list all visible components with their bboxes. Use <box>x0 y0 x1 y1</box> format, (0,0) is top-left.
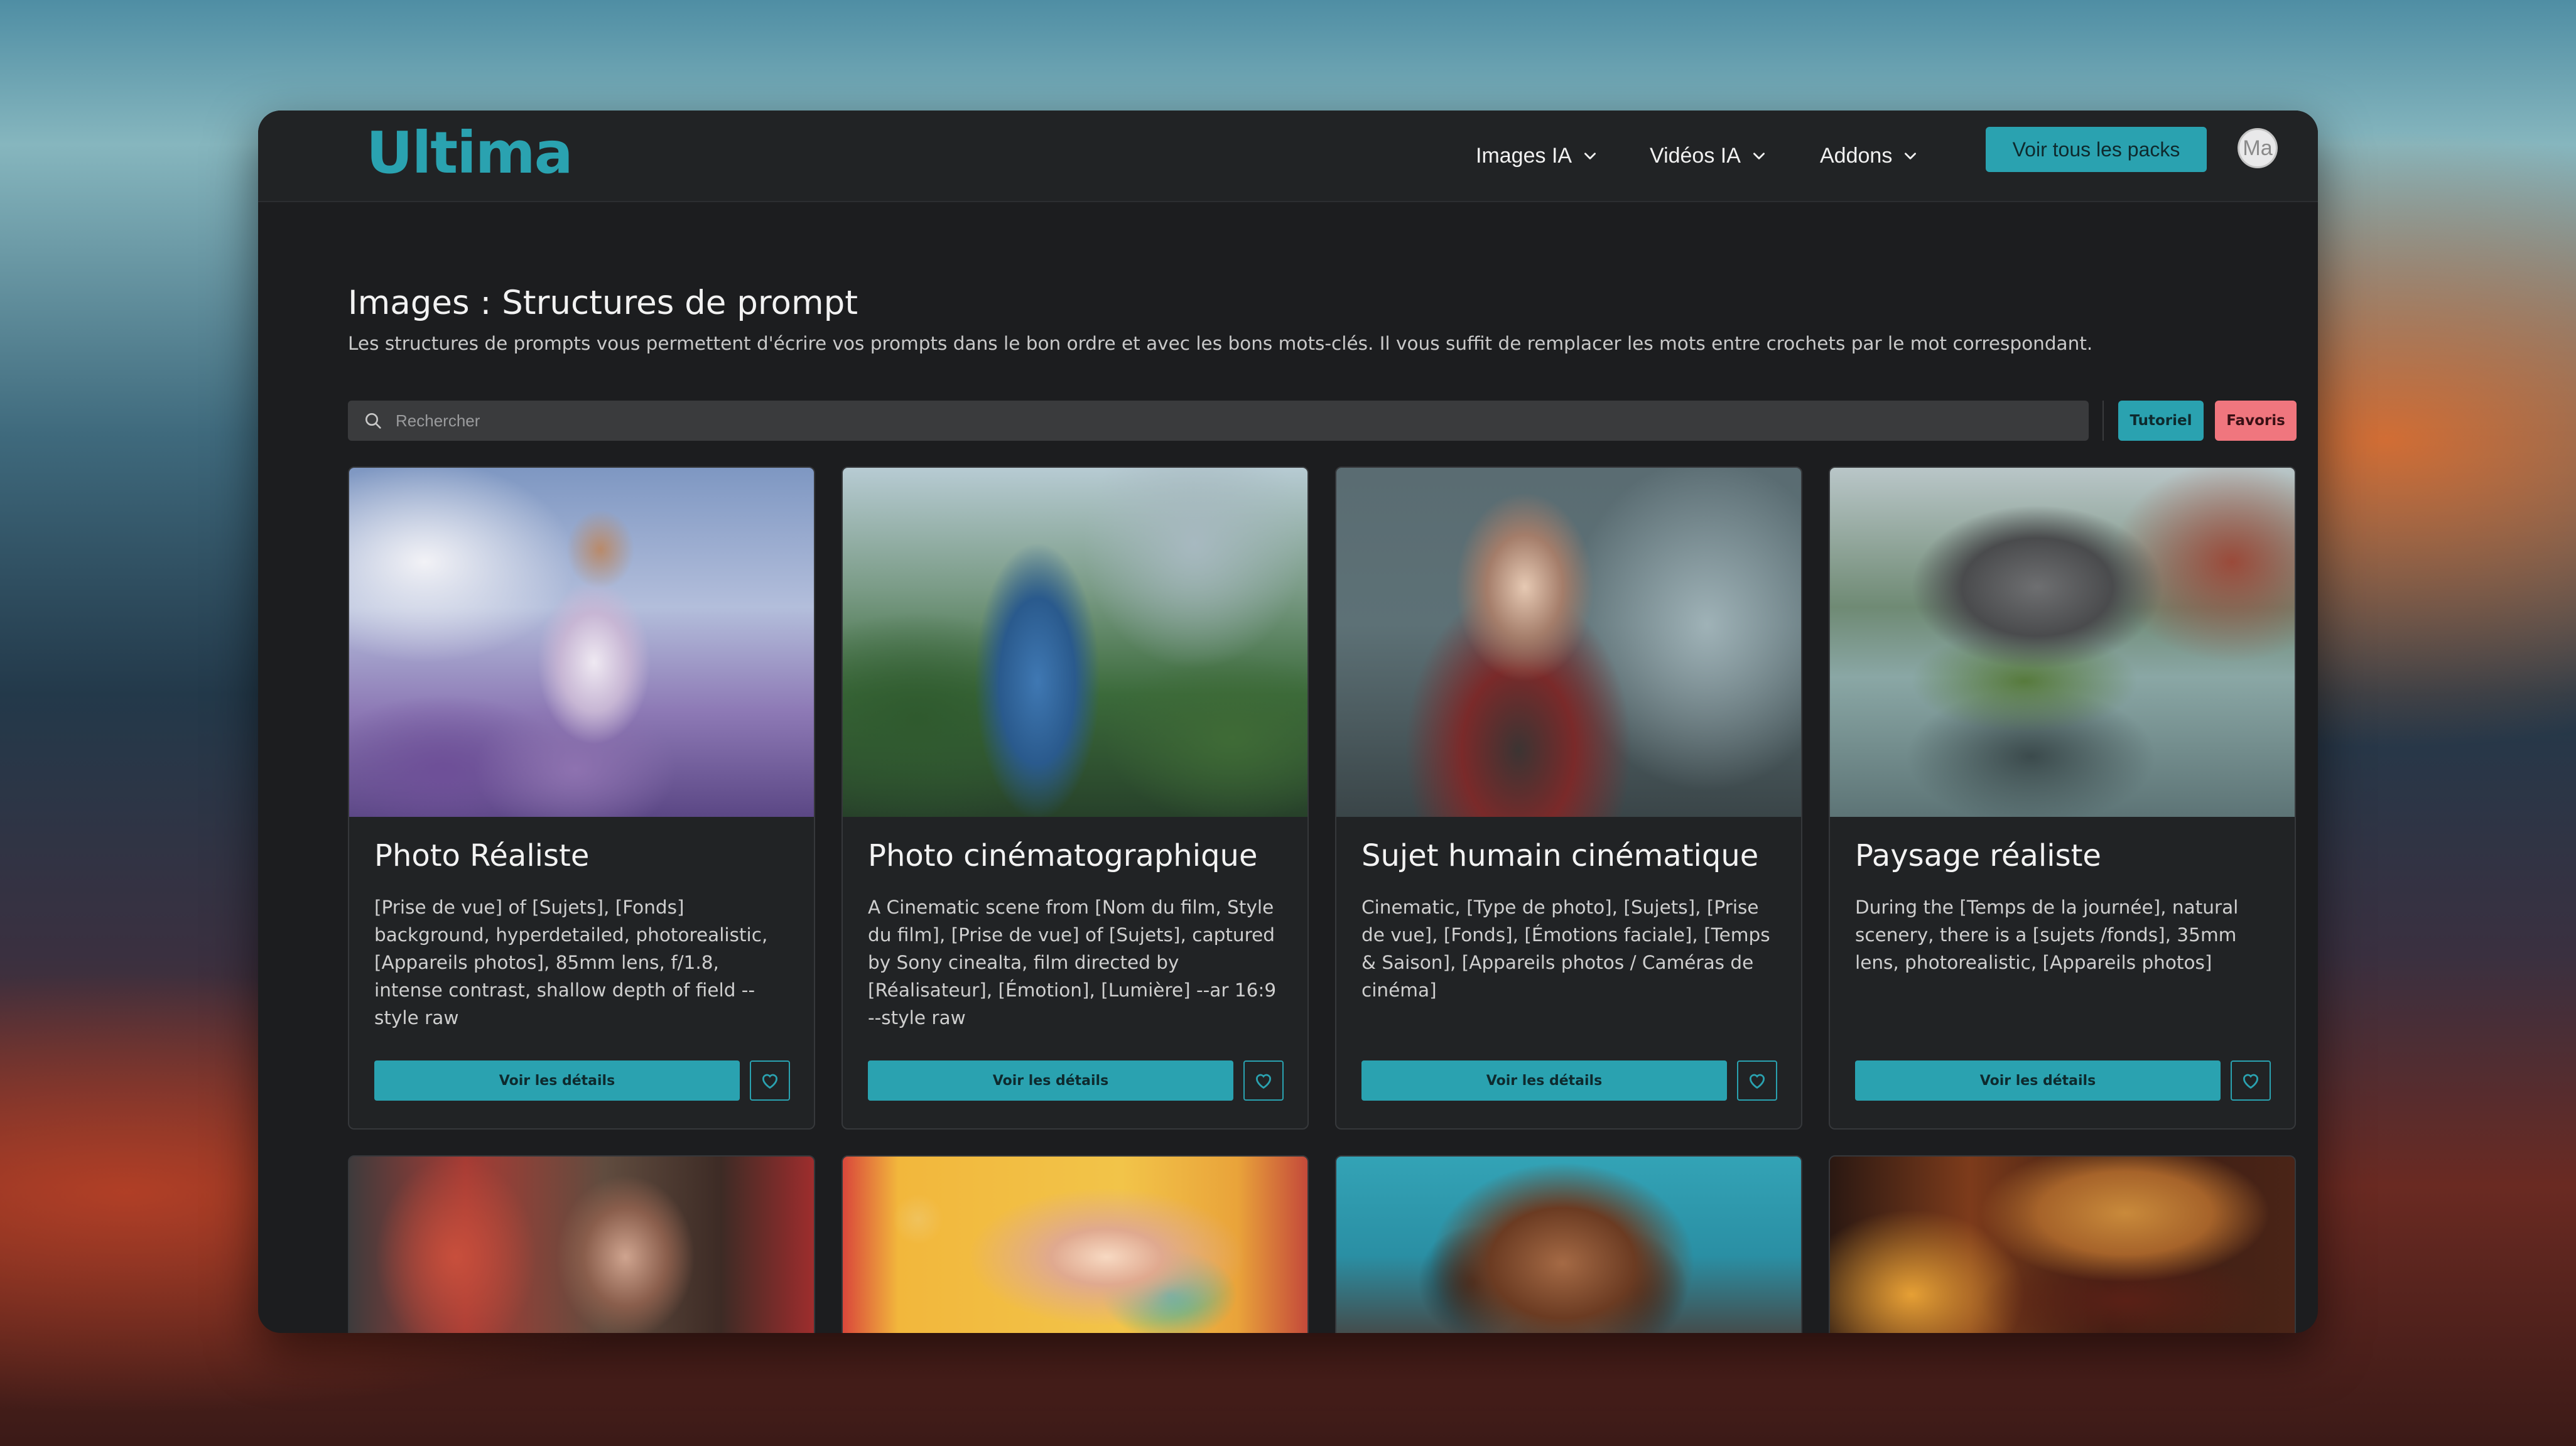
card-prompt-text: [Prise de vue] of [Sujets], [Fonds] back… <box>374 897 768 1028</box>
search-input[interactable] <box>394 401 2089 440</box>
favorite-button[interactable] <box>1737 1060 1777 1101</box>
card-image-lake-cabin[interactable] <box>1830 468 2295 817</box>
chevron-down-icon <box>1753 153 1765 159</box>
favorite-button[interactable] <box>750 1060 790 1101</box>
heart-icon <box>2243 1074 2259 1089</box>
card-image-portrait[interactable] <box>348 1155 815 1333</box>
view-details-button[interactable]: Voir les détails <box>868 1060 1233 1101</box>
prompt-card: Photo cinématographique A Cinematic scen… <box>842 467 1309 1130</box>
nav-menu-label: Images IA <box>1476 143 1572 168</box>
nav-menu-addons[interactable]: Addons <box>1820 138 1918 173</box>
view-details-button[interactable]: Voir les détails <box>1855 1060 2221 1101</box>
page-description: Les structures de prompts vous permetten… <box>348 333 2093 354</box>
app-window: Ultima Images IA Vidéos IA Addons Voir t… <box>258 111 2318 1333</box>
chevron-down-icon <box>1584 153 1596 159</box>
card-prompt-text: A Cinematic scene from [Nom du film, Sty… <box>868 897 1277 1028</box>
heart-icon <box>1255 1074 1272 1089</box>
heart-icon <box>1749 1074 1765 1089</box>
prompt-card: Paysage réaliste During the [Temps de la… <box>1829 467 2296 1130</box>
card-title: Sujet humain cinématique <box>1361 838 1759 873</box>
card-title: Paysage réaliste <box>1855 838 2101 873</box>
tutorial-button[interactable]: Tutoriel <box>2118 401 2204 441</box>
nav-menu-images-ia[interactable]: Images IA <box>1476 138 1598 173</box>
search-bar[interactable] <box>348 401 2089 441</box>
view-all-packs-button[interactable]: Voir tous les packs <box>1986 127 2207 172</box>
card-title: Photo cinématographique <box>868 838 1258 873</box>
prompt-card: Photo Réaliste [Prise de vue] of [Sujets… <box>348 467 815 1130</box>
card-image-samurai[interactable] <box>1336 468 1801 817</box>
card-image-dancer[interactable] <box>349 468 814 817</box>
top-navbar: Ultima Images IA Vidéos IA Addons Voir t… <box>258 111 2318 202</box>
card-title: Photo Réaliste <box>374 838 590 873</box>
card-image-burger[interactable] <box>1829 1155 2296 1333</box>
nav-menu-videos-ia[interactable]: Vidéos IA <box>1650 138 1767 173</box>
favorite-button[interactable] <box>2231 1060 2271 1101</box>
view-details-button[interactable]: Voir les détails <box>374 1060 740 1101</box>
card-prompt-text: Cinematic, [Type de photo], [Sujets], [P… <box>1361 897 1770 1001</box>
search-icon <box>365 413 381 429</box>
filter-divider <box>2102 401 2104 441</box>
nav-menu-label: Addons <box>1820 143 1893 168</box>
favorites-button[interactable]: Favoris <box>2215 401 2297 441</box>
prompt-card: Sujet humain cinématique Cinematic, [Typ… <box>1335 467 1802 1130</box>
card-prompt-text: During the [Temps de la journée], natura… <box>1855 897 2239 973</box>
page-title: Images : Structures de prompt <box>348 284 858 322</box>
chevron-down-icon <box>1905 153 1917 159</box>
card-image-ant-macro[interactable] <box>1335 1155 1802 1333</box>
ultima-logo[interactable]: Ultima <box>366 119 573 186</box>
nav-menu-label: Vidéos IA <box>1650 143 1741 168</box>
favorite-button[interactable] <box>1243 1060 1284 1101</box>
card-image-sneaker[interactable] <box>842 1155 1309 1333</box>
heart-icon <box>762 1074 778 1089</box>
view-details-button[interactable]: Voir les détails <box>1361 1060 1727 1101</box>
user-avatar[interactable]: Ma <box>2238 128 2278 168</box>
card-image-avatar-warrior[interactable] <box>843 468 1307 817</box>
